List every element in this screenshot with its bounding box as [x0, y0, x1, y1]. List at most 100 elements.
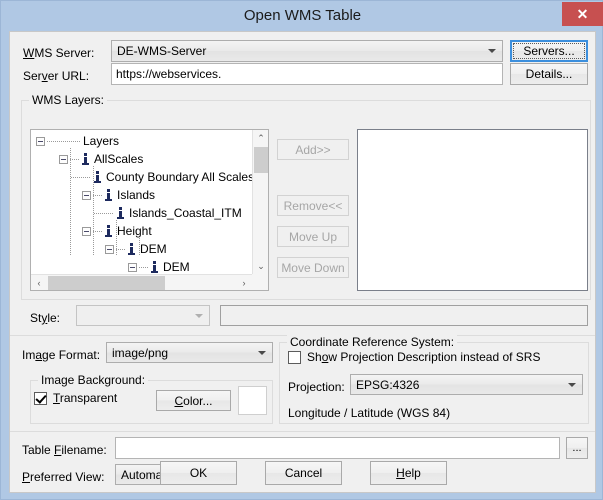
image-format-label: Image Format:	[22, 348, 101, 362]
image-format-combo[interactable]: image/png	[106, 342, 273, 363]
scroll-down-icon[interactable]: ⌄	[253, 258, 268, 274]
projection-combo[interactable]: EPSG:4326	[350, 374, 583, 395]
tree-expander-icon[interactable]	[128, 263, 137, 272]
move-down-button[interactable]: Move Down	[277, 257, 349, 278]
help-button-label: Help	[396, 466, 421, 480]
dialog-client-area: WMS Server: DE-WMS-Server Servers... Ser…	[9, 31, 596, 493]
move-up-button[interactable]: Move Up	[277, 226, 349, 247]
checkbox-box	[288, 351, 301, 364]
transparent-checkbox-label: Transparent	[53, 391, 118, 405]
projection-value: EPSG:4326	[356, 378, 420, 392]
table-filename-input[interactable]	[115, 437, 560, 459]
layer-info-icon	[127, 243, 136, 255]
layers-tree[interactable]: Layers AllScales County Boundary All Scale…	[30, 129, 269, 291]
tree-item-label: Height	[117, 224, 152, 238]
servers-button-label: Servers...	[523, 44, 575, 58]
tree-connector	[70, 148, 71, 256]
selected-layers-list[interactable]	[357, 129, 588, 291]
table-filename-label: Table Filename:	[22, 443, 107, 457]
title-bar: Open WMS Table ✕	[1, 1, 603, 31]
layer-info-icon	[104, 189, 113, 201]
show-projection-label: Show Projection Description instead of S…	[307, 350, 541, 364]
tree-item-label: DEM	[163, 260, 190, 274]
tree-hscroll-thumb[interactable]	[48, 276, 165, 290]
scrollbar-corner	[252, 274, 268, 290]
remove-button[interactable]: Remove<<	[277, 195, 349, 216]
tree-connector-line	[71, 177, 91, 178]
color-button[interactable]: Color...	[156, 390, 231, 411]
move-up-button-label: Move Up	[288, 229, 338, 244]
close-icon[interactable]: ✕	[562, 2, 603, 26]
wms-server-value: DE-WMS-Server	[117, 44, 207, 58]
layer-info-icon	[93, 171, 102, 183]
tree-expander-icon[interactable]	[82, 191, 91, 200]
dialog-window: Open WMS Table ✕ WMS Server: DE-WMS-Serv…	[0, 0, 603, 500]
layer-info-icon	[116, 207, 125, 219]
tree-item-label: Layers	[83, 134, 120, 148]
tree-item-label: Islands_Coastal_ITM	[129, 206, 242, 220]
chevron-down-icon	[568, 382, 576, 387]
dialog-title: Open WMS Table	[243, 7, 362, 24]
wms-server-label: WMS Server:	[23, 46, 95, 60]
tree-connector-line	[116, 249, 125, 250]
tree-expander-icon[interactable]	[82, 227, 91, 236]
browse-button-label: ...	[572, 442, 582, 454]
style-description-input[interactable]	[220, 305, 588, 326]
wms-server-combo[interactable]: DE-WMS-Server	[111, 40, 503, 62]
chevron-down-icon	[488, 49, 496, 53]
server-url-input[interactable]: https://webservices.	[111, 63, 503, 85]
section-divider-2	[10, 431, 595, 432]
move-down-button-label: Move Down	[281, 260, 345, 275]
server-url-label: Server URL:	[23, 69, 90, 83]
tree-item-label: AllScales	[94, 152, 144, 166]
tree-expander-icon[interactable]	[36, 137, 45, 146]
servers-button[interactable]: Servers...	[510, 40, 588, 62]
tree-item-label: County Boundary All Scales	[106, 170, 253, 184]
preferred-view-label: Preferred View:	[22, 470, 105, 484]
tree-connector-line	[93, 195, 102, 196]
projection-description: Longitude / Latitude (WGS 84)	[288, 406, 451, 420]
browse-button[interactable]: ...	[566, 437, 588, 459]
cancel-button-label: Cancel	[284, 466, 323, 480]
chevron-down-icon	[258, 350, 266, 355]
background-color-swatch[interactable]	[238, 386, 267, 415]
tree-item-label: DEM	[140, 242, 167, 256]
tree-connector-line	[94, 213, 114, 214]
layer-info-icon	[81, 153, 90, 165]
layer-info-icon	[150, 261, 159, 273]
remove-button-label: Remove<<	[283, 198, 343, 213]
wms-layers-caption: WMS Layers:	[29, 93, 108, 107]
projection-label: Projection:	[288, 380, 345, 394]
tree-connector-line	[139, 267, 148, 268]
tree-item-label: Islands	[117, 188, 156, 202]
crs-caption: Coordinate Reference System:	[287, 335, 458, 349]
tree-expander-icon[interactable]	[105, 245, 114, 254]
chevron-down-icon	[195, 313, 203, 318]
tree-expander-icon[interactable]	[59, 155, 68, 164]
details-button[interactable]: Details...	[510, 63, 588, 85]
layers-tree-canvas: Layers AllScales County Boundary All Scale…	[31, 130, 253, 275]
tree-connector-line	[93, 231, 102, 232]
ok-button-label: OK	[189, 466, 208, 480]
layer-info-icon	[104, 225, 113, 237]
scroll-left-icon[interactable]: ‹	[31, 275, 47, 290]
style-label: Style:	[30, 311, 61, 325]
tree-vertical-scrollbar[interactable]: ⌃ ⌄	[252, 130, 268, 274]
tree-connector-line	[47, 141, 81, 142]
ok-button[interactable]: OK	[160, 461, 237, 485]
color-button-label: Color...	[174, 393, 213, 408]
details-button-label: Details...	[525, 67, 573, 81]
image-background-caption: Image Background:	[38, 373, 149, 387]
tree-vscroll-thumb[interactable]	[254, 147, 268, 173]
add-button-label: Add>>	[295, 142, 331, 157]
tree-horizontal-scrollbar[interactable]: ‹ ›	[31, 274, 252, 290]
style-combo[interactable]	[76, 305, 210, 326]
cancel-button[interactable]: Cancel	[265, 461, 342, 485]
help-button[interactable]: Help	[370, 461, 447, 485]
checkbox-box	[34, 392, 47, 405]
scroll-right-icon[interactable]: ›	[236, 275, 252, 290]
image-format-value: image/png	[112, 346, 169, 360]
add-button[interactable]: Add>>	[277, 139, 349, 160]
tree-connector-line	[70, 159, 79, 160]
scroll-up-icon[interactable]: ⌃	[253, 130, 268, 146]
